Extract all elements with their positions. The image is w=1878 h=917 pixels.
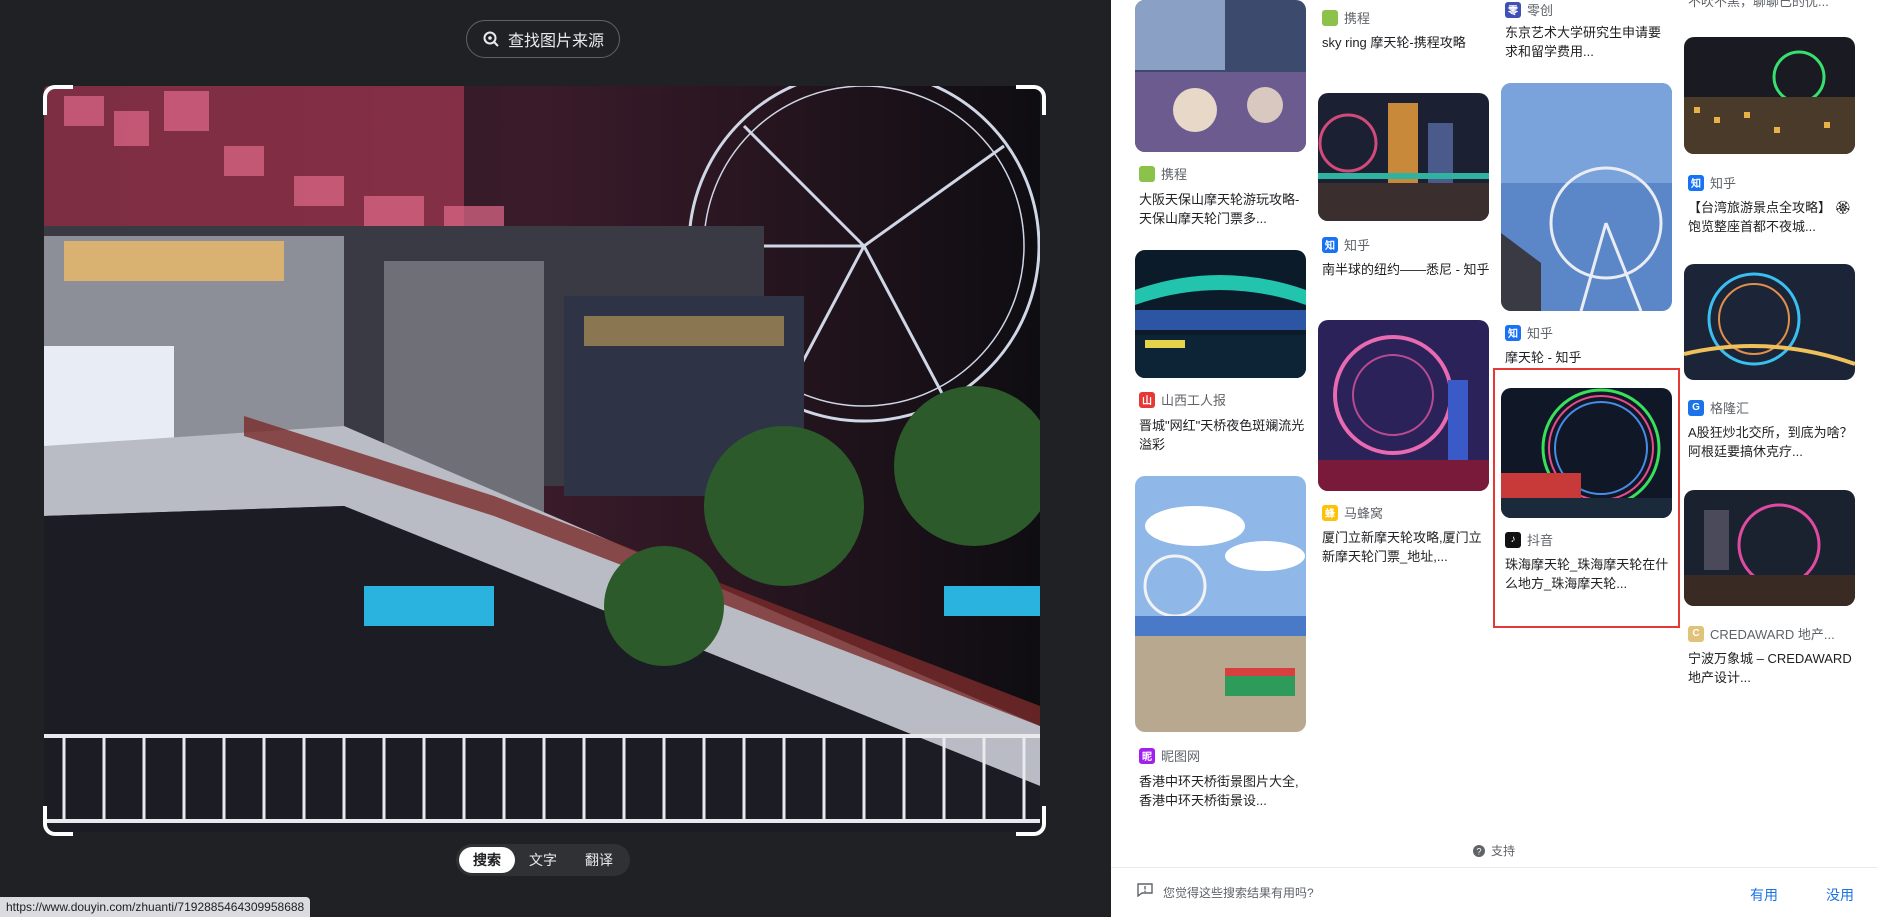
result-thumbnail[interactable] xyxy=(1318,93,1489,221)
result-source[interactable]: 知 知乎 xyxy=(1322,235,1370,254)
svg-text:?: ? xyxy=(1476,846,1481,856)
mode-translate-tab[interactable]: 翻译 xyxy=(571,847,627,873)
lingchuang-favicon-icon: 零 xyxy=(1505,1,1521,18)
feedback-no-button[interactable]: 没用 xyxy=(1826,885,1854,905)
workers-daily-favicon-icon: 山 xyxy=(1139,391,1155,408)
thumbnail-image xyxy=(1684,490,1855,606)
thumbnail-image xyxy=(1318,93,1489,221)
result-source[interactable]: G 格隆汇 xyxy=(1688,398,1749,417)
query-image[interactable] xyxy=(44,86,1040,832)
result-thumbnail[interactable] xyxy=(1684,37,1855,154)
lens-mode-switcher: 搜索 文字 翻译 xyxy=(456,844,630,876)
feedback-question: 您觉得这些搜索结果有用吗? xyxy=(1163,886,1314,900)
result-title[interactable]: 不吹不黑，聊聊已的优... xyxy=(1688,0,1856,11)
thumbnail-image xyxy=(1684,37,1855,154)
result-title[interactable]: 大阪天保山摩天轮游玩攻略-天保山摩天轮门票多... xyxy=(1139,190,1307,228)
result-title[interactable]: 南半球的纽约——悉尼 - 知乎 xyxy=(1322,260,1490,279)
lens-search-icon xyxy=(483,31,499,47)
highlighted-result-box xyxy=(1493,368,1680,628)
result-source[interactable]: 零 零创 xyxy=(1505,0,1553,19)
result-title[interactable]: sky ring 摩天轮-携程攻略 xyxy=(1322,33,1490,52)
result-source[interactable]: 山 山西工人报 xyxy=(1139,390,1226,409)
status-bar-url: https://www.douyin.com/zhuanti/719288546… xyxy=(0,897,311,917)
result-source[interactable]: 昵 昵图网 xyxy=(1139,746,1200,765)
crop-handle-top-right[interactable] xyxy=(1016,85,1046,115)
support-link[interactable]: ? 支持 xyxy=(1473,842,1515,859)
mafengwo-favicon-icon: 蜂 xyxy=(1322,504,1338,521)
zhihu-favicon-icon: 知 xyxy=(1322,236,1338,253)
thumbnail-image xyxy=(1135,476,1306,732)
result-title[interactable]: 厦门立新摩天轮攻略,厦门立新摩天轮门票_地址,... xyxy=(1322,528,1490,566)
thumbnail-image xyxy=(1318,320,1489,491)
result-thumbnail[interactable] xyxy=(1684,490,1855,606)
ctrip-favicon-icon xyxy=(1139,165,1155,182)
thumbnail-image xyxy=(1135,250,1306,378)
result-thumbnail[interactable] xyxy=(1135,476,1306,732)
crop-handle-bottom-right[interactable] xyxy=(1016,806,1046,836)
mode-search-tab[interactable]: 搜索 xyxy=(459,847,515,873)
result-source[interactable]: 蜂 马蜂窝 xyxy=(1322,503,1383,522)
zhihu-favicon-icon: 知 xyxy=(1505,324,1521,341)
mode-text-tab[interactable]: 文字 xyxy=(515,847,571,873)
result-source[interactable]: 携程 xyxy=(1322,8,1370,27)
find-image-source-button[interactable]: 查找图片来源 xyxy=(466,20,620,58)
ferris-wheel-night-photo xyxy=(44,86,1040,832)
nipic-favicon-icon: 昵 xyxy=(1139,747,1155,764)
find-image-source-label: 查找图片来源 xyxy=(507,33,604,50)
lens-image-panel: 查找图片来源 搜索 文字 翻译 xyxy=(0,0,1111,917)
gelonghui-favicon-icon: G xyxy=(1688,399,1704,416)
feedback-yes-button[interactable]: 有用 xyxy=(1750,885,1778,905)
help-icon: ? xyxy=(1473,844,1485,857)
result-source[interactable]: 携程 xyxy=(1139,164,1187,183)
result-title[interactable]: 【台湾旅游景点全攻略】 🏵 饱览整座首都不夜城... xyxy=(1688,198,1856,236)
result-title[interactable]: 香港中环天桥街景图片大全,香港中环天桥街景设... xyxy=(1139,772,1307,810)
credaward-favicon-icon: C xyxy=(1688,625,1704,642)
thumbnail-image xyxy=(1684,264,1855,380)
result-thumbnail[interactable] xyxy=(1684,264,1855,380)
ctrip-favicon-icon xyxy=(1322,9,1338,26)
result-thumbnail[interactable] xyxy=(1501,83,1672,311)
result-title[interactable]: 东京艺术大学研究生申请要求和留学费用... xyxy=(1505,23,1673,61)
result-source[interactable]: C CREDAWARD 地产... xyxy=(1688,624,1835,643)
feedback-bar: 您觉得这些搜索结果有用吗? 有用 没用 xyxy=(1111,867,1878,917)
result-title[interactable]: 摩天轮 - 知乎 xyxy=(1505,348,1673,367)
result-thumbnail[interactable] xyxy=(1135,0,1306,152)
thumbnail-image xyxy=(1135,0,1306,152)
result-title[interactable]: 晋城"网红"天桥夜色斑斓流光溢彩 xyxy=(1139,416,1307,454)
result-thumbnail[interactable] xyxy=(1135,250,1306,378)
result-thumbnail[interactable] xyxy=(1318,320,1489,491)
feedback-icon xyxy=(1137,883,1153,897)
thumbnail-image xyxy=(1501,83,1672,311)
crop-handle-top-left[interactable] xyxy=(43,85,73,115)
result-title[interactable]: 宁波万象城 – CREDAWARD 地产设计... xyxy=(1688,649,1856,687)
result-title[interactable]: A股狂炒北交所，到底为啥？阿根廷要搞休克疗... xyxy=(1688,423,1856,461)
zhihu-favicon-icon: 知 xyxy=(1688,174,1704,191)
result-source[interactable]: 知 知乎 xyxy=(1688,173,1736,192)
crop-handle-bottom-left[interactable] xyxy=(43,806,73,836)
result-source[interactable]: 知 知乎 xyxy=(1505,323,1553,342)
